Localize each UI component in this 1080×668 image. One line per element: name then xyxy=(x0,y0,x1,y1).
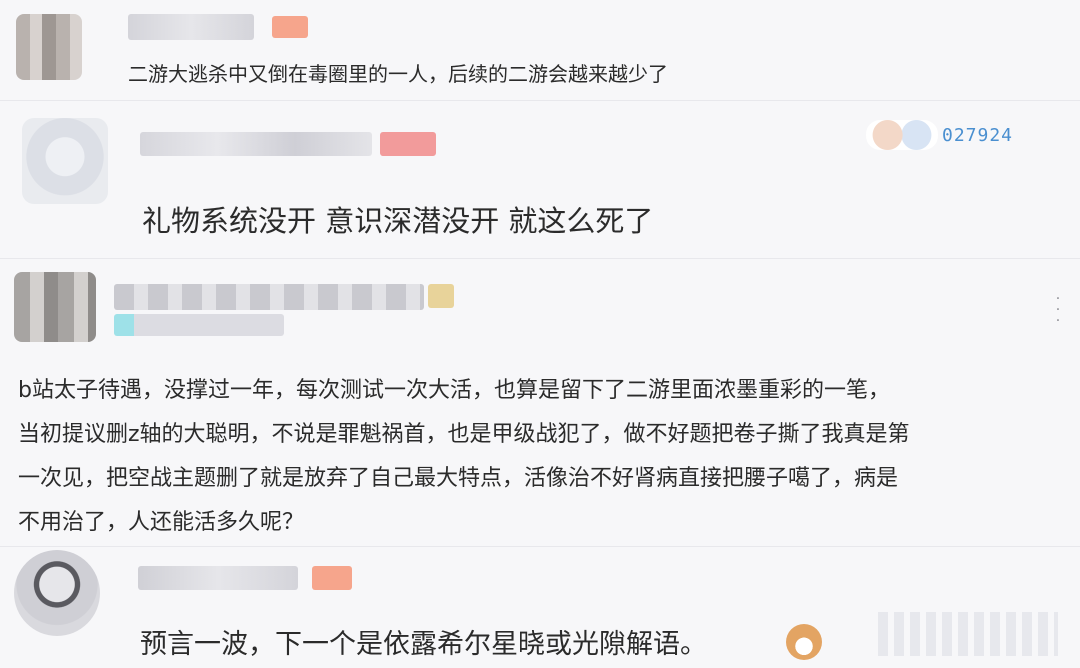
shiba-dog-emoji-icon xyxy=(786,624,822,660)
level-badge xyxy=(428,284,454,308)
username-blurred[interactable] xyxy=(140,132,372,156)
avatar[interactable] xyxy=(16,14,82,80)
comment-text: 礼物系统没开 意识深潜没开 就这么死了 xyxy=(142,204,654,238)
comment-text: 二游大逃杀中又倒在毒圈里的一人，后续的二游会越来越少了 xyxy=(128,62,668,86)
comment-line: 不用治了，人还能活多久呢？ xyxy=(18,510,305,535)
divider xyxy=(0,546,1080,547)
anime-sticker-icon xyxy=(866,120,938,150)
avatar[interactable] xyxy=(14,550,100,636)
comment-text: 预言一波，下一个是依露希尔星晓或光隙解语。 xyxy=(140,629,707,660)
sticker-card: 027924 xyxy=(866,118,1036,154)
divider xyxy=(0,100,1080,101)
more-vertical-icon[interactable]: · · · xyxy=(1054,292,1062,328)
watermark xyxy=(878,612,1058,656)
username-blurred[interactable] xyxy=(128,14,254,40)
username-blurred[interactable] xyxy=(114,284,424,310)
sticker-code: 027924 xyxy=(942,125,1014,146)
comment-line: b站太子待遇，没撑过一年，每次测试一次大活，也算是留下了二游里面浓墨重彩的一笔， xyxy=(18,378,890,403)
level-badge xyxy=(272,16,308,38)
avatar[interactable] xyxy=(14,272,96,342)
comment-line: 当初提议删z轴的大聪明，不说是罪魁祸首，也是甲级战犯了，做不好题把卷子撕了我真是… xyxy=(18,422,910,447)
user-meta-blurred xyxy=(114,314,284,336)
avatar[interactable] xyxy=(22,118,108,204)
divider xyxy=(0,258,1080,259)
level-badge xyxy=(312,566,352,590)
comment-line: 一次见，把空战主题删了就是放弃了自己最大特点，活像治不好肾病直接把腰子噶了，病是 xyxy=(18,466,899,491)
username-blurred[interactable] xyxy=(138,566,298,590)
level-badge xyxy=(380,132,436,156)
